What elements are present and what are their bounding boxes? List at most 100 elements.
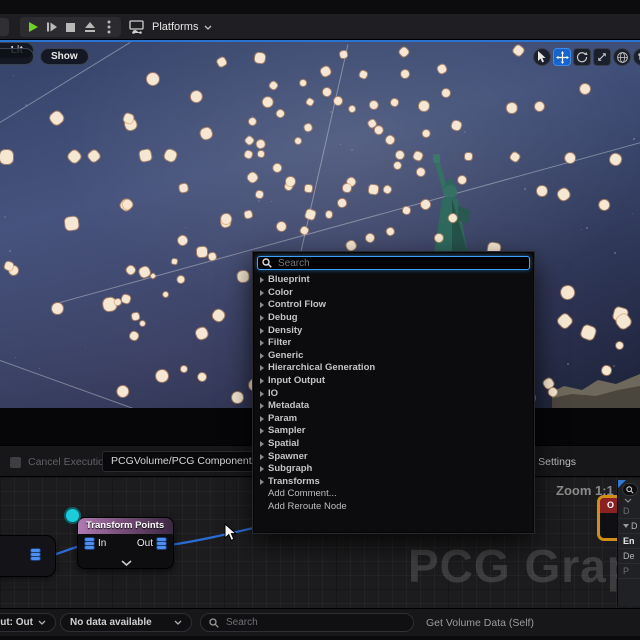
expand-arrow-icon (260, 453, 264, 460)
details-row[interactable]: En (618, 534, 640, 549)
attribute-search-field[interactable] (200, 613, 414, 632)
expand-arrow-icon (260, 352, 264, 359)
platforms-dropdown[interactable]: Platforms (128, 17, 212, 37)
expand-arrow-icon (260, 403, 264, 410)
input-pin-label: In (98, 538, 107, 549)
node-output-pin[interactable]: Out (137, 538, 166, 549)
menu-category[interactable]: Density (254, 324, 533, 337)
pin-output-dropdown[interactable]: ut: Out (0, 613, 56, 632)
menu-category[interactable]: Control Flow (254, 299, 533, 312)
data-selection-dropdown[interactable]: No data available (60, 613, 192, 632)
menu-category[interactable]: Hierarchical Generation (254, 362, 533, 375)
menu-category[interactable]: Filter (254, 337, 533, 350)
menu-action[interactable]: Add Reroute Node (254, 501, 533, 514)
attribute-search-input[interactable] (224, 616, 405, 629)
node-input-pin[interactable]: In (85, 538, 106, 549)
context-menu-search-input[interactable] (276, 256, 525, 270)
kebab-menu-icon (107, 20, 110, 34)
inspected-data-label: Get Volume Data (Self) (426, 617, 534, 629)
chevron-down-icon (174, 620, 182, 625)
window-top-strip (0, 0, 640, 14)
terrain-cliff (552, 374, 640, 408)
menu-category[interactable]: Transforms (254, 476, 533, 489)
transform-points-node[interactable]: Transform Points In Out (77, 517, 174, 569)
pin-output-label: ut: Out (0, 617, 33, 628)
expand-arrow-icon (260, 365, 264, 372)
output-pin-icon[interactable] (31, 549, 40, 560)
node-collapse-chevron-icon[interactable] (121, 560, 132, 566)
details-row[interactable]: D (618, 519, 640, 534)
rotate-tool-button[interactable] (573, 48, 591, 66)
details-row[interactable]: D (618, 504, 640, 519)
output-pin-label: Out (136, 538, 153, 549)
expand-arrow-icon (260, 415, 264, 422)
context-menu-search-field[interactable] (257, 256, 530, 270)
menu-category[interactable]: Subgraph (254, 463, 533, 476)
search-icon (262, 258, 272, 268)
menu-category[interactable]: Sampler (254, 425, 533, 438)
data-selection-label: No data available (70, 617, 152, 628)
show-flags-button[interactable]: Show (40, 48, 89, 65)
details-row[interactable]: De (618, 549, 640, 564)
playback-controls (20, 17, 121, 37)
scale-tool-button[interactable] (593, 48, 611, 66)
play-icon (28, 22, 38, 32)
menu-category[interactable]: IO (254, 387, 533, 400)
expand-arrow-icon (260, 302, 264, 309)
menu-category[interactable]: Debug (254, 312, 533, 325)
step-forward-button[interactable] (43, 19, 60, 35)
menu-category[interactable]: Input Output (254, 375, 533, 388)
search-icon (626, 485, 634, 494)
cancel-execution-icon (10, 457, 21, 468)
rotate-icon (576, 51, 588, 63)
menu-category[interactable]: Blueprint (254, 274, 533, 287)
node-palette-context-menu: BlueprintColorControl FlowDebugDensityFi… (253, 252, 534, 533)
scale-icon (598, 53, 606, 61)
menu-action[interactable]: Add Comment... (254, 488, 533, 501)
expand-arrow-icon (260, 478, 264, 485)
step-forward-icon (46, 22, 57, 32)
menu-category[interactable]: Spawner (254, 450, 533, 463)
expand-arrow-icon (260, 315, 264, 322)
context-menu-list: Blueprint Color Control Flow Debug Density Fi… (254, 274, 533, 513)
chevron-down-icon (205, 25, 212, 30)
kebab-menu-button[interactable] (100, 19, 117, 35)
expand-arrow-icon (260, 378, 264, 385)
input-node-partial[interactable] (0, 535, 56, 577)
menu-category[interactable]: Generic (254, 350, 533, 363)
move-icon (555, 50, 569, 64)
viewport-tool-group (533, 48, 640, 66)
platforms-gamepad-icon (129, 19, 144, 34)
input-pin-icon (85, 538, 94, 549)
lit-pill-shape (0, 48, 34, 65)
menu-category[interactable]: Color (254, 287, 533, 300)
globe-icon (616, 51, 628, 63)
play-button[interactable] (24, 19, 41, 35)
search-icon (209, 617, 219, 628)
snap-icon (638, 53, 640, 60)
menu-category[interactable]: Spatial (254, 438, 533, 451)
surface-snap-button[interactable] (633, 48, 640, 66)
details-row[interactable]: P (618, 564, 640, 579)
unreal-editor-window: Platforms Lit Show (0, 0, 640, 640)
menu-category[interactable]: Metadata (254, 400, 533, 413)
move-tool-button[interactable] (553, 48, 571, 66)
expand-arrow-icon (260, 327, 264, 334)
graph-watermark: PCG Graph (408, 540, 640, 592)
eject-button[interactable] (81, 19, 98, 35)
platforms-label: Platforms (152, 21, 199, 33)
chevron-down-icon (38, 620, 46, 625)
output-pin-icon (157, 538, 166, 549)
world-coordinate-button[interactable] (613, 48, 631, 66)
menu-category[interactable]: Param (254, 413, 533, 426)
expand-arrow-icon (260, 289, 264, 296)
panel-corner-marker (618, 480, 626, 488)
expand-arrow-icon (260, 340, 264, 347)
stop-button[interactable] (62, 19, 79, 35)
cancel-execution-button[interactable]: Cancel Execution (28, 456, 110, 468)
expand-arrow-icon (260, 428, 264, 435)
show-label: Show (51, 51, 78, 62)
node-title: Transform Points (78, 518, 173, 534)
select-tool-button[interactable] (533, 48, 551, 66)
details-rows: D D En De P (618, 504, 640, 579)
